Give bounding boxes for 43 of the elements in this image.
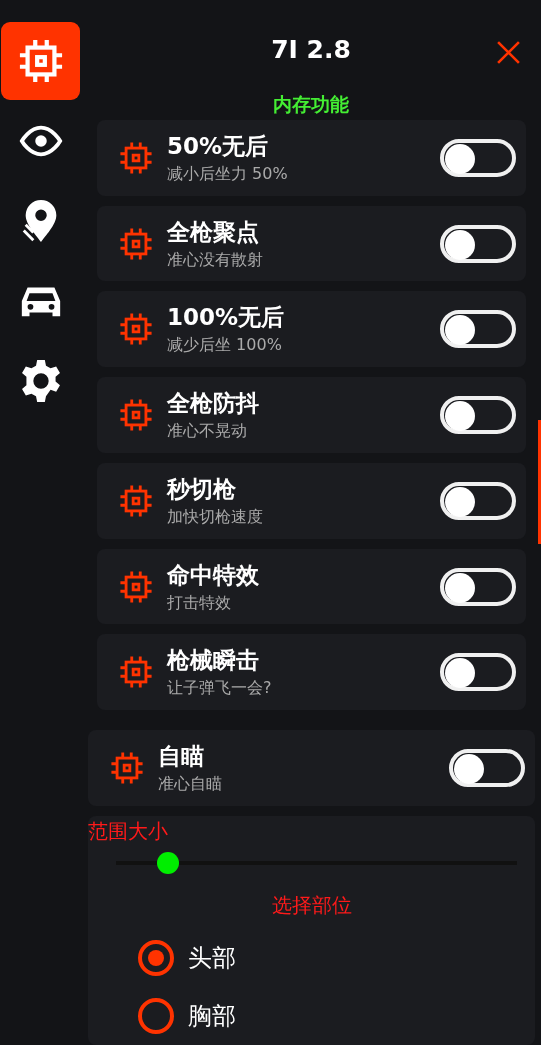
toggle-switch[interactable] <box>440 481 516 520</box>
chip-icon <box>110 751 144 786</box>
app-title: 7I 2.8 <box>271 35 351 65</box>
option-label: 胸部 <box>188 1001 236 1032</box>
chip-icon <box>119 569 153 604</box>
feature-subtitle: 准心自瞄 <box>158 774 223 796</box>
option-label: 头部 <box>188 943 236 974</box>
feature-title: 自瞄 <box>158 742 205 772</box>
toggle-switch[interactable] <box>440 653 516 692</box>
chip-icon <box>119 140 153 175</box>
toggle-switch[interactable] <box>440 396 516 435</box>
toggle-switch[interactable] <box>440 224 516 263</box>
feature-title: 命中特效 <box>167 560 260 590</box>
chip-icon <box>119 312 153 347</box>
feature-title: 枪械瞬击 <box>167 646 260 676</box>
chip-icon <box>17 38 64 84</box>
chip-icon <box>119 655 153 690</box>
toggle-switch[interactable] <box>440 567 516 606</box>
range-label: 范围大小 <box>88 818 168 845</box>
feature-title: 秒切枪 <box>167 474 237 504</box>
feature-title: 全枪防抖 <box>167 389 260 419</box>
chip-icon <box>119 483 153 518</box>
feature-subtitle: 打击特效 <box>167 592 232 614</box>
toggle-switch[interactable] <box>449 749 525 788</box>
feature-subtitle: 减少后坐 100% <box>167 335 283 357</box>
chip-icon <box>119 226 153 261</box>
section-title: 内存功能 <box>273 91 349 117</box>
feature-title: 50%无后 <box>167 131 270 161</box>
feature-subtitle: 准心不晃动 <box>167 421 248 443</box>
chip-icon <box>119 398 153 433</box>
feature-title: 全枪聚点 <box>167 217 260 247</box>
feature-subtitle: 准心没有散射 <box>167 249 264 271</box>
feature-title: 100%无后 <box>167 303 286 333</box>
feature-subtitle: 减小后坐力 50% <box>167 163 289 185</box>
target-label: 选择部位 <box>271 892 352 919</box>
radio-button[interactable] <box>138 940 174 976</box>
radio-button[interactable] <box>138 998 174 1034</box>
toggle-switch[interactable] <box>440 310 516 349</box>
feature-subtitle: 加快切枪速度 <box>167 506 264 528</box>
slider-thumb[interactable] <box>157 852 180 874</box>
toggle-switch[interactable] <box>440 138 516 177</box>
close-icon[interactable] <box>496 40 521 65</box>
feature-subtitle: 让子弹飞一会? <box>167 678 273 700</box>
